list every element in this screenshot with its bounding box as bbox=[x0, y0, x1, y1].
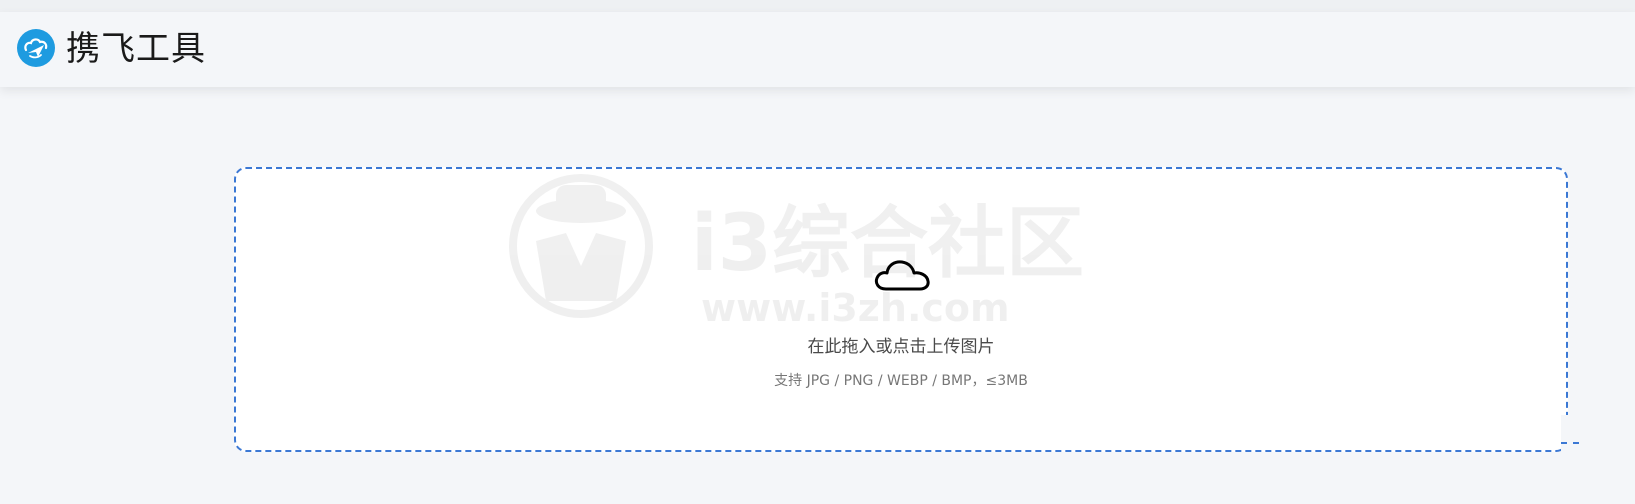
logo-icon[interactable] bbox=[16, 28, 56, 68]
upload-hint: 支持 JPG / PNG / WEBP / BMP，≤3MB bbox=[774, 373, 1028, 389]
cloud-upload-icon bbox=[874, 260, 930, 291]
brand-name[interactable]: 携飞工具 bbox=[66, 29, 206, 69]
app-header: 携飞工具 bbox=[0, 12, 1635, 87]
watermark-logo-icon bbox=[509, 174, 653, 318]
top-strip bbox=[0, 0, 1635, 12]
dropzone-corner-dash bbox=[1561, 442, 1579, 444]
upload-dropzone[interactable]: i3综合社区 www.i3zh.com 在此拖入或点击上传图片 支持 JPG /… bbox=[234, 167, 1568, 452]
watermark-url: www.i3zh.com bbox=[701, 286, 1010, 330]
watermark: i3综合社区 www.i3zh.com bbox=[506, 171, 1106, 341]
upload-title: 在此拖入或点击上传图片 bbox=[807, 337, 995, 357]
dropzone-corner-overlay bbox=[1561, 415, 1575, 455]
